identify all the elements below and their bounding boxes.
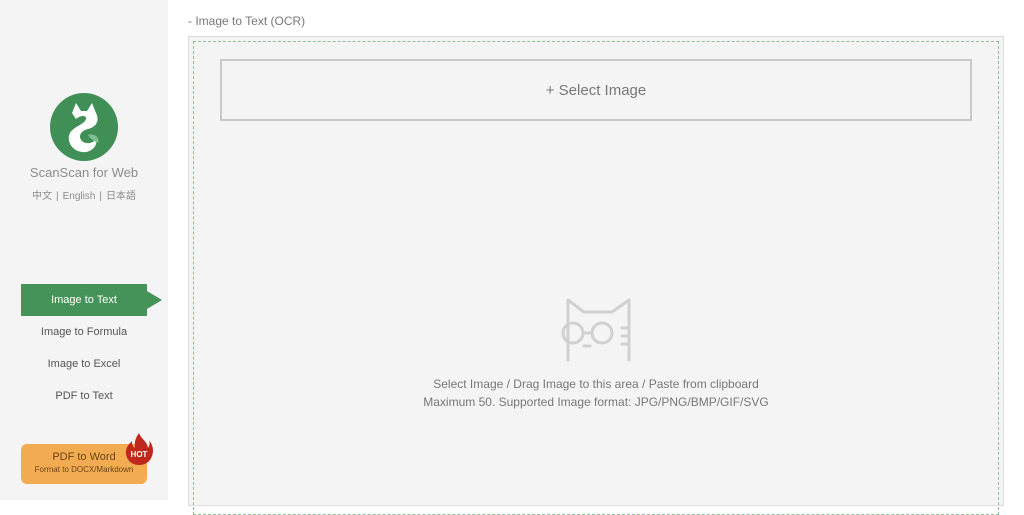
nav-image-to-excel[interactable]: Image to Excel (21, 348, 147, 380)
sidebar: ScanScan for Web 中文 | English | 日本語 Image to… (0, 0, 168, 500)
fire-icon: HOT (124, 432, 154, 466)
divider: | (55, 191, 59, 202)
promo-subtitle: Format to DOCX/Markdown (34, 465, 134, 474)
nav-image-to-formula[interactable]: Image to Formula (21, 316, 147, 348)
language-chinese[interactable]: 中文 (32, 191, 52, 202)
language-switcher: 中文 | English | 日本語 (0, 187, 168, 202)
select-image-button[interactable]: + Select Image (220, 59, 972, 121)
cat-glasses-icon (556, 292, 638, 366)
nav-image-to-text[interactable]: Image to Text (21, 284, 162, 316)
page-title: - Image to Text (OCR) (188, 14, 306, 28)
divider: | (99, 191, 103, 202)
app-name: ScanScan for Web (29, 165, 139, 180)
hot-badge-label: HOT (131, 450, 148, 459)
drop-hint-text: Select Image / Drag Image to this area /… (433, 377, 759, 391)
supported-format-text: Maximum 50. Supported Image format: JPG/… (423, 395, 769, 409)
cat-logo-icon (50, 93, 118, 161)
language-japanese[interactable]: 日本語 (106, 191, 136, 202)
nav-pdf-to-text[interactable]: PDF to Text (21, 380, 147, 412)
language-english[interactable]: English (63, 191, 96, 202)
